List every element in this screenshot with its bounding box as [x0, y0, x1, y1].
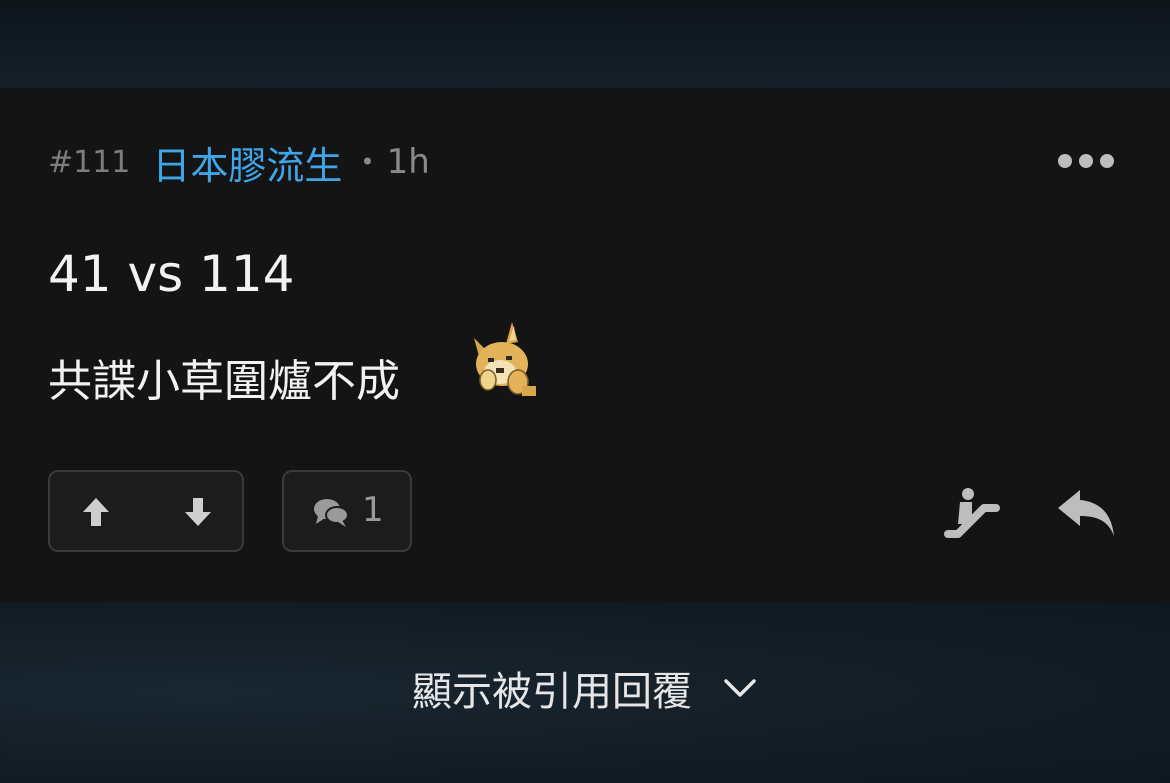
post-content-line-2: 共諜小草圍爐不成: [48, 356, 400, 407]
show-quoted-label: 顯示被引用回覆: [412, 669, 692, 715]
sticker-icon: [474, 322, 536, 396]
comment-icon: [314, 499, 349, 527]
upvote-icon: [83, 498, 109, 526]
post-content-line-1: 41 vs 114: [48, 245, 295, 303]
more-icon[interactable]: [1058, 148, 1114, 174]
meta-separator: •: [360, 148, 375, 176]
upvote-button[interactable]: [76, 492, 116, 532]
show-quoted-replies-button[interactable]: 顯示被引用回覆: [0, 656, 1170, 720]
comments-button[interactable]: 1: [282, 470, 412, 552]
downvote-button[interactable]: [178, 492, 218, 532]
previous-post-area: [0, 0, 1170, 88]
comment-count: 1: [362, 490, 384, 530]
author-name[interactable]: 日本膠流生: [152, 135, 342, 190]
post-meta: #111 日本膠流生 • 1h: [48, 138, 430, 188]
vote-control: [48, 470, 244, 552]
chevron-down-icon: [724, 679, 756, 697]
reply-icon[interactable]: [1054, 484, 1118, 540]
downvote-icon: [185, 498, 211, 526]
escalator-icon[interactable]: [942, 484, 1002, 540]
post-time: 1h: [386, 142, 430, 182]
floor-number: #111: [48, 144, 131, 180]
